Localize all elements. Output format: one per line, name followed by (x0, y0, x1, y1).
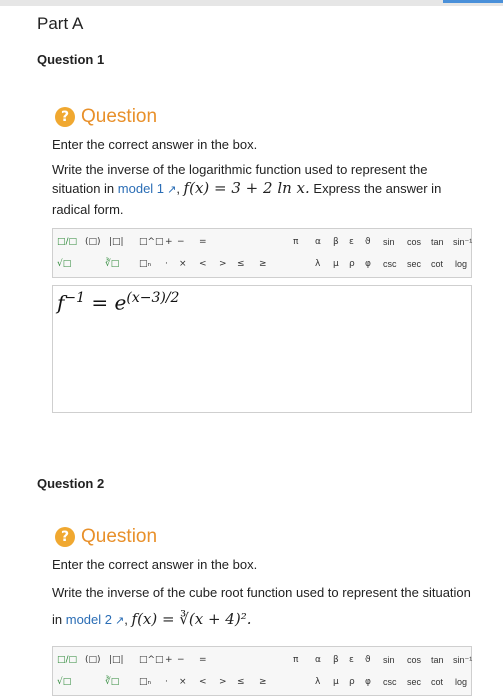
toolbar-button-row2-3[interactable]: · (165, 259, 168, 269)
toolbar-button-row2-1[interactable]: ∛□ (105, 259, 119, 269)
model-2-link[interactable]: model 2 (66, 612, 112, 627)
toolbar-button-row2-9[interactable]: λ (315, 677, 320, 687)
toolbar-button-row2-7[interactable]: ≤ (237, 677, 245, 687)
function-expression: f(x) = ∛(x + 4)². (131, 610, 252, 628)
toolbar-button-row2-3[interactable]: · (165, 677, 168, 687)
question-prompt-1: Write the inverse of the logarithmic fun… (52, 162, 442, 217)
toolbar-button-row2-13[interactable]: csc (383, 259, 397, 269)
toolbar-button-row2-5[interactable]: < (199, 677, 207, 687)
toolbar-button-row2-0[interactable]: √□ (57, 259, 71, 269)
external-link-icon[interactable]: ↗ (164, 184, 176, 196)
math-toolbar-1: □/□ (□) |□| □^□ + − = π α β ε ϑ sin cos tan sin⁻¹ √□ ∛□ □ₙ… (52, 228, 472, 278)
toolbar-button-row1-15[interactable]: sin⁻¹ (453, 655, 472, 666)
toolbar-button-row2-10[interactable]: μ (333, 677, 339, 687)
toolbar-button-row1-1[interactable]: (□) (85, 655, 101, 665)
toolbar-button-row1-13[interactable]: cos (407, 237, 421, 247)
toolbar-button-row2-15[interactable]: cot (431, 677, 443, 687)
toolbar-button-row1-8[interactable]: α (315, 237, 321, 247)
toolbar-button-row2-14[interactable]: sec (407, 259, 421, 269)
toolbar-button-row2-2[interactable]: □ₙ (139, 259, 151, 269)
question-number-2: Question 2 (37, 476, 105, 491)
toolbar-button-row2-12[interactable]: φ (365, 677, 371, 687)
toolbar-button-row2-5[interactable]: < (199, 259, 207, 269)
toolbar-button-row1-12[interactable]: sin (383, 237, 395, 247)
question-number-1: Question 1 (37, 52, 105, 67)
instruction-text: Enter the correct answer in the box. (52, 137, 258, 152)
toolbar-button-row2-6[interactable]: > (219, 677, 227, 687)
toolbar-button-row1-15[interactable]: sin⁻¹ (453, 237, 472, 248)
toolbar-button-row2-11[interactable]: ρ (349, 677, 355, 687)
toolbar-button-row1-9[interactable]: β (333, 237, 339, 247)
toolbar-button-row2-14[interactable]: sec (407, 677, 421, 687)
toolbar-button-row2-1[interactable]: ∛□ (105, 677, 119, 687)
toolbar-button-row2-15[interactable]: cot (431, 259, 443, 269)
toolbar-button-row1-12[interactable]: sin (383, 655, 395, 665)
part-title: Part A (37, 14, 84, 33)
question-mark-icon: ? (55, 107, 75, 127)
external-link-icon[interactable]: ↗ (112, 615, 124, 627)
toolbar-button-row1-11[interactable]: ϑ (365, 237, 371, 247)
toolbar-button-row1-14[interactable]: tan (431, 237, 444, 247)
toolbar-button-row1-3[interactable]: □^□ (139, 237, 164, 247)
toolbar-button-row2-7[interactable]: ≤ (237, 259, 245, 269)
toolbar-button-row2-2[interactable]: □ₙ (139, 677, 151, 687)
answer-expression: f−1 = e(x−3)/2 (57, 290, 180, 315)
toolbar-button-row2-13[interactable]: csc (383, 677, 397, 687)
toolbar-button-row1-7[interactable]: π (293, 655, 298, 665)
toolbar-button-row1-6[interactable]: = (199, 655, 207, 665)
toolbar-button-row2-6[interactable]: > (219, 259, 227, 269)
toolbar-button-row1-11[interactable]: ϑ (365, 655, 371, 665)
question-label: Question (81, 106, 158, 127)
toolbar-button-row1-0[interactable]: □/□ (57, 655, 77, 665)
toolbar-button-row2-8[interactable]: ≥ (259, 259, 267, 269)
toolbar-button-row2-16[interactable]: log (455, 259, 467, 269)
toolbar-button-row1-0[interactable]: □/□ (57, 237, 77, 247)
model-1-link[interactable]: model 1 (118, 181, 164, 196)
toolbar-button-row1-6[interactable]: = (199, 237, 207, 247)
toolbar-button-row2-0[interactable]: √□ (57, 677, 71, 687)
toolbar-button-row2-8[interactable]: ≥ (259, 677, 267, 687)
instruction-text: Enter the correct answer in the box. (52, 557, 258, 572)
toolbar-button-row1-4[interactable]: + (165, 237, 173, 247)
function-expression: f(x) = 3 + 2 ln x. (183, 179, 310, 197)
toolbar-button-row2-10[interactable]: μ (333, 259, 339, 269)
toolbar-button-row2-12[interactable]: φ (365, 259, 371, 269)
toolbar-button-row1-8[interactable]: α (315, 655, 321, 665)
toolbar-button-row1-10[interactable]: ε (349, 237, 354, 247)
question-header-1: ? Question (55, 106, 157, 128)
toolbar-button-row1-14[interactable]: tan (431, 655, 444, 665)
toolbar-button-row1-1[interactable]: (□) (85, 237, 101, 247)
answer-box-1[interactable]: f−1 = e(x−3)/2 (52, 285, 472, 413)
toolbar-button-row1-5[interactable]: − (177, 655, 185, 665)
toolbar-button-row1-13[interactable]: cos (407, 655, 421, 665)
math-toolbar-2: □/□ (□) |□| □^□ + − = π α β ε ϑ sin cos tan sin⁻¹ √□ ∛□ □ₙ… (52, 646, 472, 696)
toolbar-button-row1-3[interactable]: □^□ (139, 655, 164, 665)
toolbar-button-row1-5[interactable]: − (177, 237, 185, 247)
toolbar-button-row2-11[interactable]: ρ (349, 259, 355, 269)
question-prompt-2: Write the inverse of the cube root funct… (52, 585, 471, 628)
toolbar-button-row1-10[interactable]: ε (349, 655, 354, 665)
toolbar-button-row2-9[interactable]: λ (315, 259, 320, 269)
toolbar-button-row1-7[interactable]: π (293, 237, 298, 247)
toolbar-button-row1-9[interactable]: β (333, 655, 339, 665)
question-header-2: ? Question (55, 526, 157, 548)
toolbar-button-row1-2[interactable]: |□| (109, 655, 124, 665)
toolbar-button-row2-16[interactable]: log (455, 677, 467, 687)
toolbar-button-row1-4[interactable]: + (165, 655, 173, 665)
toolbar-button-row2-4[interactable]: × (179, 677, 187, 687)
toolbar-button-row1-2[interactable]: |□| (109, 237, 124, 247)
top-bar-accent (443, 0, 503, 3)
toolbar-button-row2-4[interactable]: × (179, 259, 187, 269)
question-mark-icon: ? (55, 527, 75, 547)
top-bar (0, 0, 503, 6)
question-label: Question (81, 526, 158, 547)
